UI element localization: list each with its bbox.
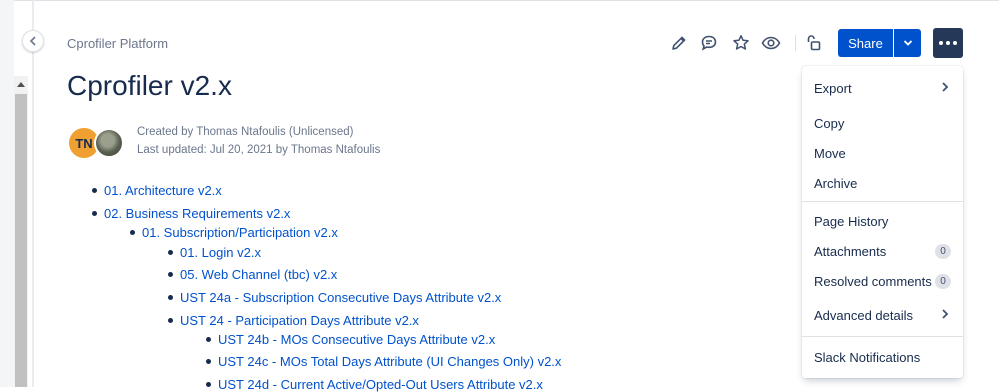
- edit-icon: [672, 36, 686, 50]
- menu-item-label: Export: [814, 80, 852, 96]
- byline-updated: Last updated: Jul 20, 2021 by Thomas Nta…: [137, 144, 381, 156]
- edit-button[interactable]: [667, 31, 691, 55]
- top-border: [0, 0, 999, 1]
- left-gutter: [0, 0, 14, 387]
- list-bullet: [206, 359, 211, 364]
- menu-item-advanced-details[interactable]: Advanced details: [802, 301, 963, 329]
- menu-item-label: Advanced details: [814, 307, 914, 323]
- more-dot: [946, 41, 950, 45]
- menu-divider: [802, 201, 963, 202]
- tree-link[interactable]: 05. Web Channel (tbc) v2.x: [180, 267, 337, 282]
- list-bullet: [168, 272, 173, 277]
- breadcrumb[interactable]: Cprofiler Platform: [67, 36, 168, 51]
- chevron-right-icon: [942, 309, 949, 319]
- list-bullet: [92, 188, 97, 193]
- byline-created: Created by Thomas Ntafoulis (Unlicensed): [137, 126, 354, 138]
- menu-item-label: Slack Notifications: [814, 349, 921, 365]
- resolved-comments-count-badge: 0: [935, 274, 951, 289]
- scrollbar-thumb[interactable]: [15, 94, 27, 387]
- tree-link[interactable]: UST 24a - Subscription Consecutive Days …: [180, 290, 501, 305]
- list-bullet: [206, 382, 211, 387]
- menu-item-label: Move: [814, 145, 846, 161]
- chevron-left-icon: [29, 36, 36, 46]
- menu-item-label: Page History: [814, 213, 889, 229]
- list-bullet: [206, 337, 211, 342]
- sidebar-border: [32, 0, 34, 387]
- tree-link[interactable]: 01. Login v2.x: [180, 245, 261, 260]
- list-bullet: [168, 295, 173, 300]
- scroll-up-arrow[interactable]: [14, 76, 28, 92]
- more-dots-icon: [939, 41, 943, 45]
- tree-link[interactable]: 01. Subscription/Participation v2.x: [142, 225, 338, 240]
- tree-link[interactable]: 02. Business Requirements v2.x: [104, 206, 290, 221]
- menu-item-move[interactable]: Move: [802, 139, 963, 167]
- share-button[interactable]: Share: [838, 29, 893, 57]
- list-bullet: [168, 250, 173, 255]
- list-bullet: [168, 318, 173, 323]
- avatar-photo[interactable]: [94, 128, 124, 158]
- menu-item-archive[interactable]: Archive: [802, 169, 963, 197]
- watch-button[interactable]: [759, 31, 783, 55]
- tree-link[interactable]: UST 24c - MOs Total Days Attribute (UI C…: [218, 354, 561, 369]
- menu-item-page-history[interactable]: Page History: [802, 207, 963, 235]
- more-actions-button[interactable]: [933, 28, 963, 58]
- comment-button[interactable]: [697, 31, 721, 55]
- tree-link[interactable]: UST 24 - Participation Days Attribute v2…: [180, 313, 419, 328]
- menu-divider: [802, 336, 963, 337]
- menu-item-export[interactable]: Export: [802, 74, 963, 102]
- chevron-down-icon: [903, 40, 912, 46]
- menu-item-label: Resolved comments: [814, 273, 932, 289]
- menu-item-attachments[interactable]: Attachments 0: [802, 237, 963, 265]
- menu-item-resolved-comments[interactable]: Resolved comments 0: [802, 267, 963, 295]
- header-divider: [795, 35, 796, 51]
- menu-item-label: Attachments: [814, 243, 887, 259]
- page-title: Cprofiler v2.x: [67, 70, 232, 101]
- tree-link[interactable]: UST 24d - Current Active/Opted-Out Users…: [218, 377, 543, 392]
- star-icon: [733, 35, 749, 50]
- unlock-icon: [807, 35, 821, 51]
- restrictions-button[interactable]: [801, 31, 825, 55]
- menu-item-label: Copy: [814, 115, 845, 131]
- list-bullet: [92, 211, 97, 216]
- watch-icon: [761, 36, 781, 50]
- more-dot: [953, 41, 957, 45]
- menu-item-label: Archive: [814, 175, 858, 191]
- collapse-sidebar-button[interactable]: [22, 30, 44, 52]
- menu-item-slack-notifications[interactable]: Slack Notifications: [802, 343, 963, 371]
- menu-item-copy[interactable]: Copy: [802, 109, 963, 137]
- share-dropdown-button[interactable]: [894, 29, 921, 57]
- chevron-right-icon: [942, 82, 949, 92]
- star-button[interactable]: [729, 31, 753, 55]
- tree-link[interactable]: UST 24b - MOs Consecutive Days Attribute…: [218, 332, 495, 347]
- comment-icon: [701, 35, 717, 51]
- attachments-count-badge: 0: [935, 244, 951, 259]
- tree-link[interactable]: 01. Architecture v2.x: [104, 183, 222, 198]
- list-bullet: [130, 230, 135, 235]
- more-actions-menu: Export Copy Move Archive Page History At…: [802, 66, 963, 378]
- arrow-up-icon: [17, 81, 25, 87]
